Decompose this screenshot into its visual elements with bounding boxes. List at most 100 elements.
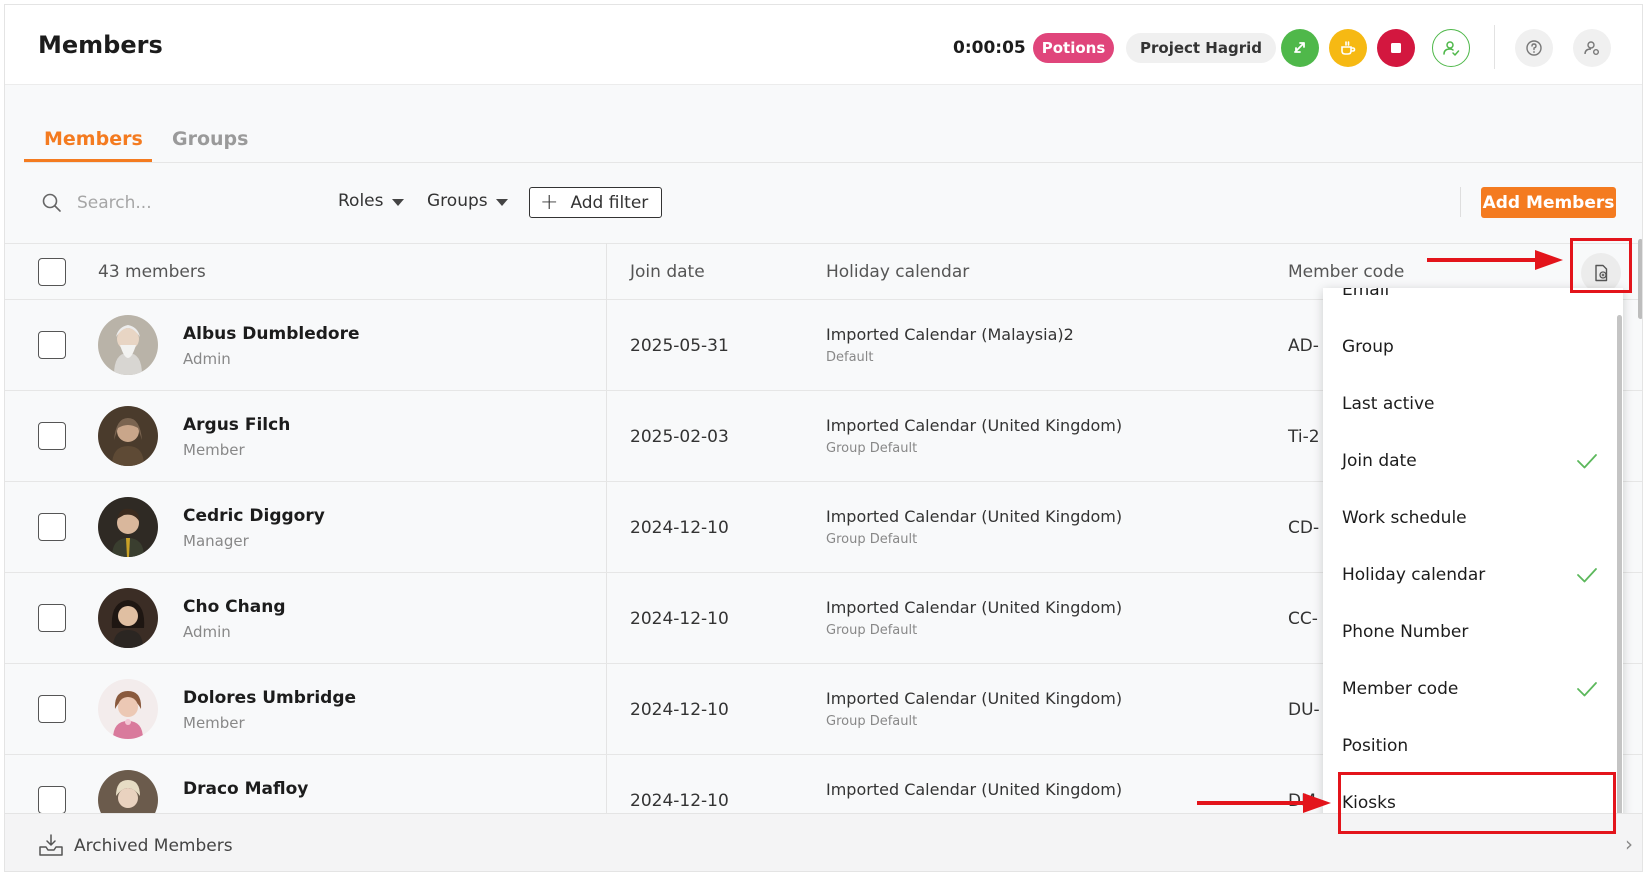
highlight-box-column-settings <box>1570 238 1632 293</box>
tab-bar: Members Groups <box>5 85 1642 165</box>
row-checkbox[interactable] <box>38 695 66 723</box>
member-join-date: 2024-12-10 <box>630 609 729 629</box>
coffee-icon <box>1341 41 1356 55</box>
holiday-calendar-header[interactable]: Holiday calendar <box>826 262 969 282</box>
groups-filter-dropdown[interactable]: Groups <box>427 191 508 211</box>
caret-down-icon <box>391 199 404 206</box>
member-calendar-sub: Group Default <box>826 714 918 729</box>
timer-display: 0:00:05 <box>953 38 1026 58</box>
check-icon <box>1577 682 1597 697</box>
avatar <box>98 315 158 375</box>
row-checkbox[interactable] <box>38 786 66 813</box>
top-bar: Members 0:00:05 Potions Project Hagrid <box>5 5 1642 85</box>
help-button[interactable] <box>1515 29 1553 67</box>
avatar <box>98 497 158 557</box>
archive-icon <box>39 834 63 856</box>
row-checkbox[interactable] <box>38 513 66 541</box>
settings-button[interactable] <box>1573 29 1611 67</box>
row-checkbox[interactable] <box>38 331 66 359</box>
member-join-date: 2024-12-10 <box>630 791 729 811</box>
chevron-right-icon[interactable]: › <box>1625 832 1633 856</box>
menu-item-work-schedule[interactable]: Work schedule <box>1342 508 1467 528</box>
member-calendar: Imported Calendar (United Kingdom) <box>826 689 1123 708</box>
member-calendar: Imported Calendar (Malaysia)2 <box>826 325 1074 344</box>
member-role: Admin <box>183 623 231 641</box>
menu-item-join-date[interactable]: Join date <box>1342 451 1417 471</box>
row-checkbox[interactable] <box>38 422 66 450</box>
member-name[interactable]: Draco Mafloy <box>183 779 308 799</box>
member-name[interactable]: Cho Chang <box>183 597 286 617</box>
swap-icon <box>1294 42 1305 53</box>
activity-pill[interactable]: Potions <box>1033 33 1114 63</box>
user-status-button[interactable] <box>1432 29 1470 67</box>
arrow-right-icon <box>1197 793 1331 813</box>
search-icon <box>42 193 61 212</box>
avatar <box>98 679 158 739</box>
stop-timer-button[interactable] <box>1377 29 1415 67</box>
member-name[interactable]: Albus Dumbledore <box>183 324 360 344</box>
member-code-header[interactable]: Member code <box>1288 262 1404 282</box>
member-join-date: 2024-12-10 <box>630 700 729 720</box>
archived-members-link[interactable]: Archived Members <box>74 836 233 856</box>
member-role: Admin <box>183 350 231 368</box>
menu-item-holiday-calendar[interactable]: Holiday calendar <box>1342 565 1485 585</box>
member-calendar-sub: Group Default <box>826 532 918 547</box>
roles-filter-label: Roles <box>338 191 384 211</box>
select-all-checkbox[interactable] <box>38 258 66 286</box>
member-calendar: Imported Calendar (United Kingdom) <box>826 780 1123 799</box>
project-pill[interactable]: Project Hagrid <box>1126 33 1276 63</box>
filter-toolbar: Roles Groups + Add filter Add Members <box>5 165 1642 243</box>
break-button[interactable] <box>1329 29 1367 67</box>
plus-icon: + <box>540 189 559 215</box>
member-calendar: Imported Calendar (United Kingdom) <box>826 507 1123 526</box>
menu-item-group[interactable]: Group <box>1342 337 1394 357</box>
page-scrollbar[interactable] <box>1638 239 1642 319</box>
user-check-icon <box>1443 41 1460 56</box>
member-role: Member <box>183 714 245 732</box>
member-name[interactable]: Dolores Umbridge <box>183 688 356 708</box>
member-code: CD- <box>1288 518 1320 538</box>
menu-item-member-code[interactable]: Member code <box>1342 679 1458 699</box>
member-calendar: Imported Calendar (United Kingdom) <box>826 416 1123 435</box>
member-join-date: 2025-05-31 <box>630 336 729 356</box>
check-icon <box>1577 568 1597 583</box>
member-join-date: 2025-02-03 <box>630 427 729 447</box>
header-divider <box>1494 25 1495 69</box>
member-name[interactable]: Cedric Diggory <box>183 506 325 526</box>
switch-activity-button[interactable] <box>1281 29 1319 67</box>
avatar <box>98 770 158 813</box>
menu-item-position[interactable]: Position <box>1342 736 1408 756</box>
menu-item-email[interactable]: Email <box>1342 288 1389 300</box>
member-code: AD- <box>1288 336 1319 356</box>
tab-groups[interactable]: Groups <box>172 128 248 150</box>
roles-filter-dropdown[interactable]: Roles <box>338 191 404 211</box>
add-filter-button[interactable]: + Add filter <box>529 187 662 218</box>
add-members-button[interactable]: Add Members <box>1481 187 1616 218</box>
member-count-label: 43 members <box>98 262 206 282</box>
menu-item-phone-number[interactable]: Phone Number <box>1342 622 1468 642</box>
avatar <box>98 588 158 648</box>
member-code: Ti-2 <box>1288 427 1320 447</box>
stop-icon <box>1391 43 1401 53</box>
join-date-header[interactable]: Join date <box>630 262 705 282</box>
member-calendar-sub: Group Default <box>826 441 918 456</box>
menu-item-last-active[interactable]: Last active <box>1342 394 1435 414</box>
member-name[interactable]: Argus Filch <box>183 415 290 435</box>
search-input[interactable] <box>77 189 297 217</box>
row-checkbox[interactable] <box>38 604 66 632</box>
member-code: CC- <box>1288 609 1318 629</box>
help-icon <box>1526 40 1542 56</box>
add-filter-label: Add filter <box>570 192 649 213</box>
highlight-box-kiosks <box>1338 772 1616 834</box>
menu-scrollbar[interactable] <box>1617 315 1622 871</box>
settings-user-icon <box>1584 41 1599 55</box>
member-calendar: Imported Calendar (United Kingdom) <box>826 598 1123 617</box>
member-role: Member <box>183 441 245 459</box>
avatar <box>98 406 158 466</box>
check-icon <box>1577 454 1597 469</box>
groups-filter-label: Groups <box>427 191 488 211</box>
tab-members[interactable]: Members <box>44 128 143 150</box>
member-calendar-sub: Default <box>826 350 874 365</box>
member-join-date: 2024-12-10 <box>630 518 729 538</box>
member-role: Manager <box>183 532 249 550</box>
